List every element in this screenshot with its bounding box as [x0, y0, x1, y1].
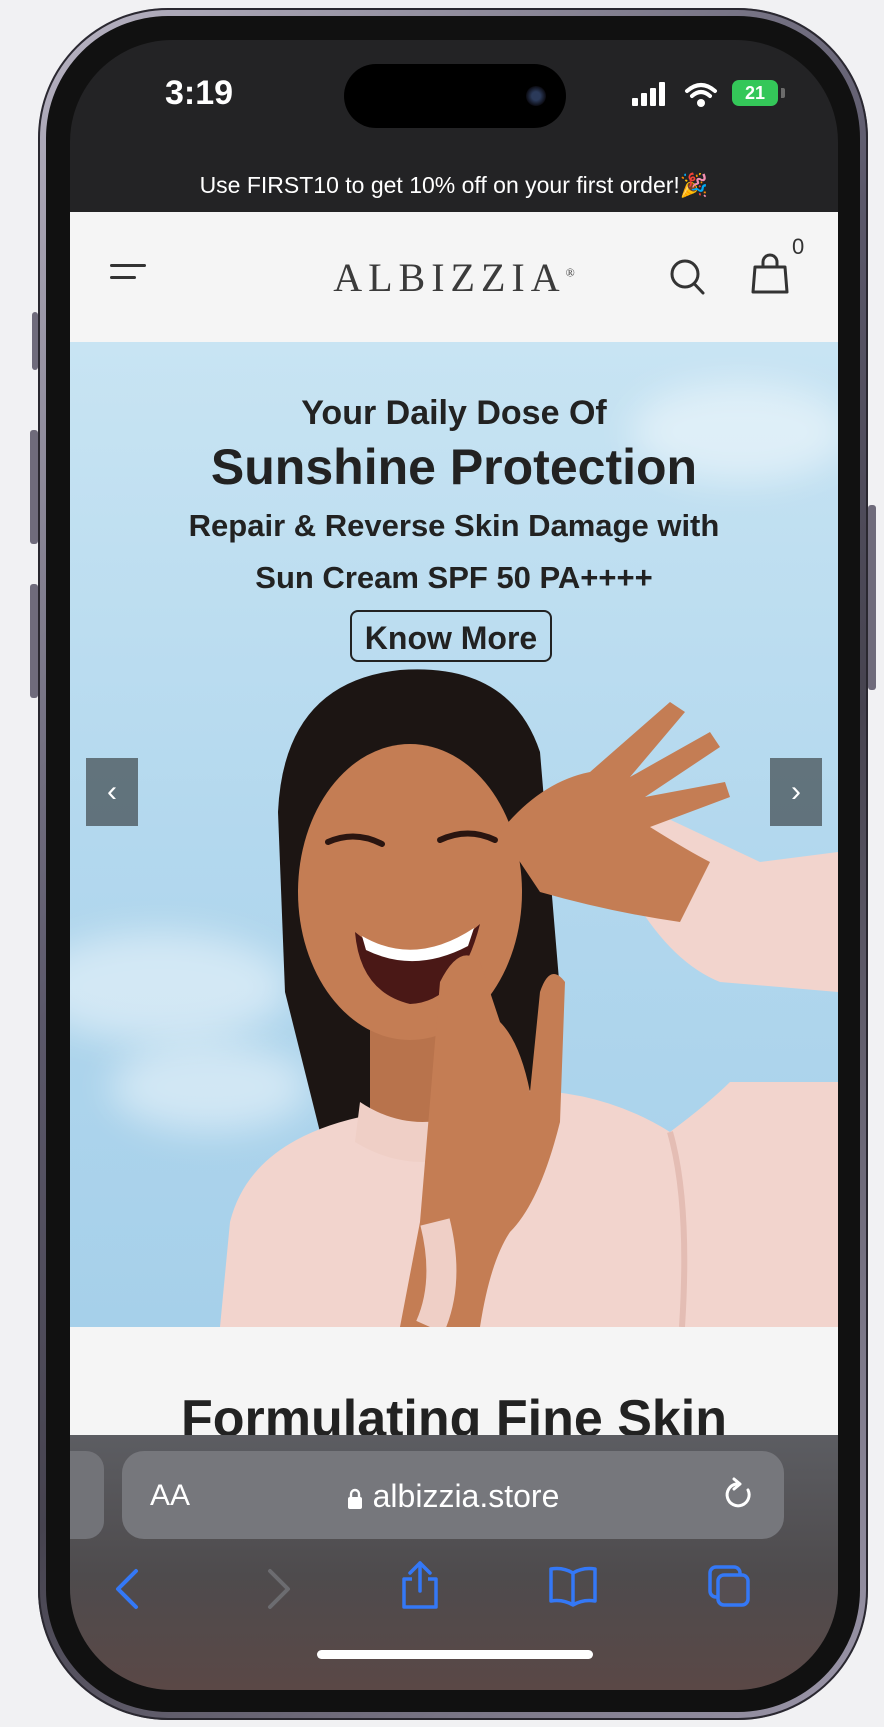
volume-up-button	[30, 430, 38, 544]
model-photo	[220, 669, 838, 1327]
hero-banner[interactable]: Your Daily Dose Of Sunshine Protection R…	[70, 342, 838, 1327]
previous-tab-preview[interactable]	[70, 1451, 104, 1539]
logo-text: ALBIZZIA	[333, 255, 566, 300]
battery-icon: 21	[732, 80, 778, 106]
bookmarks-icon[interactable]	[547, 1565, 599, 1607]
battery-tip	[781, 88, 785, 98]
power-button	[868, 505, 876, 690]
brand-logo[interactable]: ALBIZZIA®	[70, 254, 838, 301]
hero-subline-2: Sun Cream SPF 50 PA++++	[255, 560, 653, 595]
lock-icon	[347, 1488, 362, 1509]
carousel-next-button[interactable]: ›	[770, 758, 822, 826]
front-camera	[526, 86, 546, 106]
promo-banner[interactable]: Use FIRST10 to get 10% off on your first…	[70, 150, 838, 220]
dynamic-island	[344, 64, 566, 128]
hero-subline-1: Repair & Reverse Skin Damage with	[188, 508, 720, 543]
logo-registered-mark: ®	[565, 265, 575, 280]
site-header: ALBIZZIA® 0	[70, 212, 838, 342]
carousel-prev-button[interactable]: ‹	[86, 758, 138, 826]
phone-screen: 3:19 21 Use FIRST10 to get 10% off on yo…	[70, 40, 838, 1690]
home-indicator[interactable]	[317, 1650, 593, 1659]
tabs-icon[interactable]	[706, 1563, 752, 1609]
reload-icon[interactable]	[722, 1477, 756, 1513]
url-display[interactable]: albizzia.store	[122, 1478, 784, 1515]
cellular-signal-icon	[632, 82, 672, 106]
cart-count-badge: 0	[792, 234, 805, 259]
volume-down-button	[30, 584, 38, 698]
shopping-bag-icon[interactable]	[750, 252, 790, 296]
action-button	[32, 312, 38, 370]
forward-arrow-icon[interactable]	[262, 1567, 296, 1611]
share-icon[interactable]	[398, 1559, 442, 1611]
hero-headline: Sunshine Protection	[210, 439, 698, 495]
section-intro: Formulating Fine Skin	[70, 1327, 838, 1447]
search-icon[interactable]	[668, 256, 708, 298]
hero-eyebrow: Your Daily Dose Of	[301, 394, 607, 432]
back-arrow-icon[interactable]	[110, 1567, 144, 1611]
address-bar[interactable]: AA albizzia.store	[122, 1451, 784, 1539]
status-time: 3:19	[165, 74, 234, 112]
url-text: albizzia.store	[372, 1478, 560, 1514]
wifi-icon	[685, 83, 717, 107]
know-more-button[interactable]: Know More	[350, 610, 552, 662]
